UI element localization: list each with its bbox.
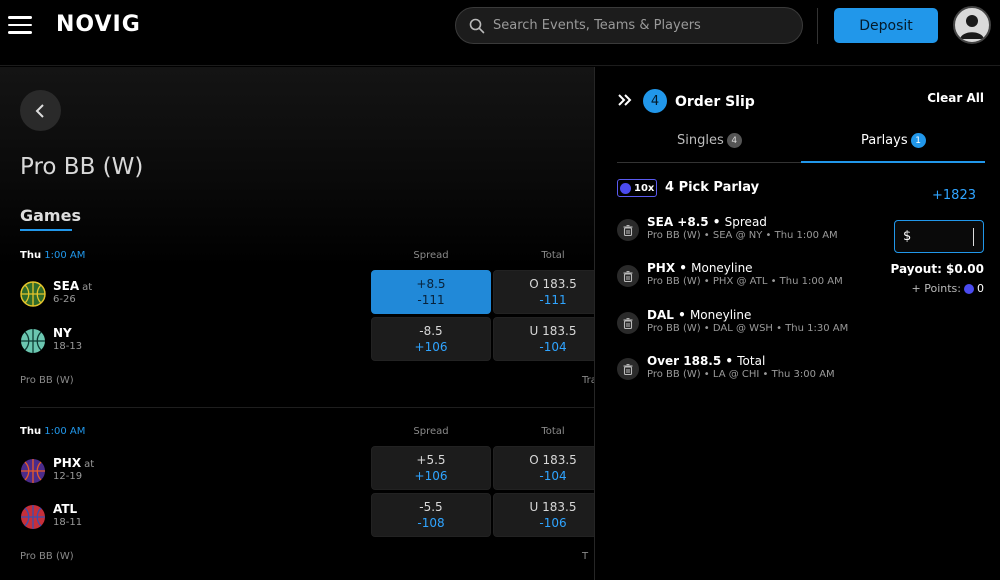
points-coin-icon [964, 283, 974, 294]
parlay-odds: +1823 [932, 188, 976, 203]
game-time: Thu 1:00 AM [20, 426, 86, 437]
slip-count-badge: 4 [643, 89, 667, 113]
basketball-icon [21, 505, 45, 529]
team-home[interactable]: ATL 18-11 [20, 502, 200, 532]
odds-button-total-over[interactable]: O 183.5 -111 [493, 270, 594, 314]
back-button[interactable] [20, 90, 61, 131]
team-away[interactable]: SEA at 6-26 [20, 279, 200, 309]
top-bar: NOVIG Deposit [0, 0, 1000, 66]
deposit-button[interactable]: Deposit [834, 8, 938, 43]
basketball-icon [21, 459, 45, 483]
parlay-title: 4 Pick Parlay [665, 180, 760, 195]
parlay-leg: Over 188.5 • Total Pro BB (W) • LA @ CHI… [617, 354, 897, 388]
league-label: Pro BB (W) [20, 551, 74, 562]
points-coin-icon [620, 182, 631, 194]
stake-input[interactable]: $ [894, 220, 984, 253]
league-label: Pro BB (W) [20, 375, 74, 386]
points-label: + Points: 0 [911, 282, 984, 295]
tab-parlays-underline [801, 161, 985, 163]
parlay-leg: DAL • Moneyline Pro BB (W) • DAL @ WSH •… [617, 308, 897, 342]
logo[interactable]: NOVIG [56, 12, 141, 37]
game-time: Thu 1:00 AM [20, 250, 86, 261]
odds-button-spread-away[interactable]: +8.5 -111 [371, 270, 491, 314]
basketball-icon [21, 329, 45, 353]
odds-button-total-over[interactable]: O 183.5 -104 [493, 446, 594, 490]
parlay-leg: PHX • Moneyline Pro BB (W) • PHX @ ATL •… [617, 261, 897, 295]
trade-link[interactable]: T [582, 551, 588, 562]
singles-count-badge: 4 [726, 133, 742, 148]
multiplier-badge: 10x [617, 179, 657, 197]
payout-label: Payout: $0.00 [890, 262, 984, 276]
odds-button-spread-away[interactable]: +5.5 +106 [371, 446, 491, 490]
page-title: Pro BB (W) [20, 154, 144, 180]
odds-button-spread-home[interactable]: -5.5 -108 [371, 493, 491, 537]
header-divider [817, 8, 818, 44]
search-input[interactable] [493, 18, 783, 33]
tab-games[interactable]: Games [20, 206, 81, 225]
parlay-leg: SEA +8.5 • Spread Pro BB (W) • SEA @ NY … [617, 215, 897, 249]
avatar[interactable] [953, 6, 991, 44]
team-home[interactable]: NY 18-13 [20, 326, 200, 356]
collapse-chevrons-icon[interactable] [617, 94, 633, 106]
column-header-total: Total [541, 426, 565, 437]
search-bar[interactable] [455, 7, 803, 44]
tab-games-underline [20, 229, 72, 231]
trade-link[interactable]: Tra [582, 375, 594, 386]
parlays-count-badge: 1 [910, 133, 926, 148]
user-icon [960, 15, 984, 39]
tab-parlays[interactable]: Parlays 1 [861, 133, 926, 148]
column-header-total: Total [541, 250, 565, 261]
odds-button-total-under[interactable]: U 183.5 -106 [493, 493, 594, 537]
odds-button-total-under[interactable]: U 183.5 -104 [493, 317, 594, 361]
order-slip-panel: 4 Order Slip Clear All Singles 4 Parlays 1… [594, 67, 1000, 580]
team-away[interactable]: PHX at 12-19 [20, 456, 200, 486]
odds-button-spread-home[interactable]: -8.5 +106 [371, 317, 491, 361]
search-icon [469, 18, 485, 33]
column-header-spread: Spread [413, 250, 449, 261]
trash-icon[interactable] [617, 312, 639, 334]
slip-tabs: Singles 4 Parlays 1 [617, 123, 985, 163]
chevron-left-icon [35, 103, 44, 118]
trash-icon[interactable] [617, 358, 639, 380]
menu-icon[interactable] [8, 16, 32, 34]
basketball-icon [20, 281, 46, 307]
trash-icon[interactable] [617, 219, 639, 241]
tab-singles[interactable]: Singles 4 [677, 133, 742, 148]
trash-icon[interactable] [617, 265, 639, 287]
main-content: Pro BB (W) Games Thu 1:00 AM Spread Tota… [0, 67, 594, 580]
slip-title: Order Slip [675, 94, 755, 110]
column-header-spread: Spread [413, 426, 449, 437]
clear-all-button[interactable]: Clear All [927, 91, 984, 105]
divider [20, 407, 594, 408]
